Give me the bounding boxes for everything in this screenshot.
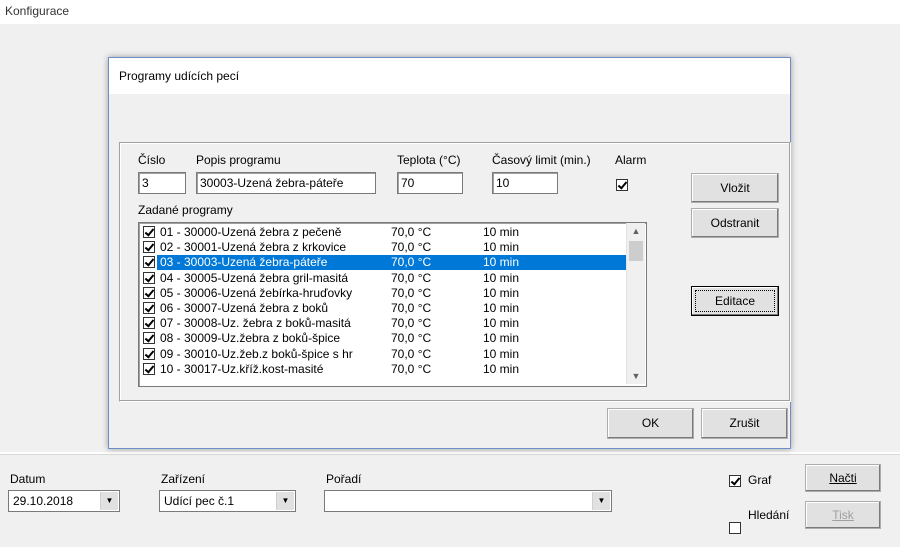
program-row-checkbox[interactable] [143, 256, 155, 269]
program-row-checkbox[interactable] [143, 226, 155, 238]
program-row-checkbox[interactable] [143, 317, 155, 330]
program-temp: 70,0 °C [391, 240, 432, 255]
programs-dialog: Programy udících pecí Číslo 3 Popis prog… [108, 57, 791, 449]
program-time: 10 min [483, 346, 520, 361]
poradi-combo[interactable]: ▼ [324, 490, 612, 512]
program-name: 03 - 30003-Uzená žebra-páteře [160, 255, 328, 270]
program-name: 06 - 30007-Uzená žebra z boků [160, 301, 329, 315]
program-time: 10 min [483, 240, 520, 255]
program-name: 01 - 30000-Uzená žebra z pečeně [160, 225, 342, 239]
scroll-down-icon[interactable]: ▼ [627, 368, 645, 384]
popis-input[interactable]: 30003-Uzená žebra-páteře [196, 172, 376, 194]
limit-input[interactable]: 10 [492, 172, 558, 194]
window-title: Konfigurace [5, 4, 70, 18]
zrusit-button[interactable]: Zrušit [701, 408, 788, 439]
program-row-checkbox[interactable] [143, 302, 155, 314]
program-row-checkbox[interactable] [143, 241, 155, 254]
program-row[interactable]: 08 - 30009-Uz.žebra z boků-špice 70,0 °C 1… [141, 331, 626, 346]
program-row-checkbox[interactable] [143, 332, 155, 345]
nacti-button[interactable]: Načti [805, 464, 881, 492]
program-time: 10 min [483, 316, 520, 331]
graf-checkbox[interactable] [729, 475, 741, 487]
teplota-label: Teplota (°C) [397, 153, 461, 167]
program-row-checkbox[interactable] [143, 362, 155, 375]
program-row[interactable]: 01 - 30000-Uzená žebra z pečeně 70,0 °C 10… [141, 225, 626, 240]
chevron-down-icon[interactable]: ▼ [100, 492, 118, 510]
graf-label: Graf [748, 473, 772, 487]
program-row-checkbox[interactable] [143, 271, 155, 284]
scroll-thumb[interactable] [629, 241, 643, 261]
program-row[interactable]: 05 - 30006-Uzená žebírka-hruďovky 70,0 °C… [141, 286, 626, 301]
limit-label: Časový limit (min.) [492, 153, 591, 167]
dialog-titlebar: Programy udících pecí [109, 58, 790, 94]
scroll-up-icon[interactable]: ▲ [627, 223, 645, 239]
alarm-checkbox[interactable] [616, 179, 628, 191]
program-time: 10 min [483, 331, 520, 346]
chevron-down-icon[interactable]: ▼ [276, 492, 294, 510]
zarizeni-value: Udící pec č.1 [164, 494, 235, 508]
program-row[interactable]: 07 - 30008-Uz. žebra z boků-masitá 70,0 °… [141, 316, 626, 331]
program-name: 08 - 30009-Uz.žebra z boků-špice [160, 331, 341, 346]
editace-button[interactable]: Editace [691, 286, 779, 316]
hledani-label: Hledání [748, 508, 790, 522]
program-row[interactable]: 03 - 30003-Uzená žebra-páteře 70,0 °C 10 m… [141, 255, 626, 271]
program-temp: 70,0 °C [391, 346, 432, 361]
program-temp: 70,0 °C [391, 301, 432, 315]
program-temp: 70,0 °C [391, 331, 432, 346]
program-temp: 70,0 °C [391, 285, 432, 300]
odstranit-button[interactable]: Odstranit [691, 208, 779, 238]
program-name: 10 - 30017-Uz.kříž.kost-masité [160, 361, 324, 376]
program-time: 10 min [483, 301, 520, 315]
tisk-button[interactable]: Tisk [805, 501, 881, 529]
dialog-title: Programy udících pecí [119, 69, 240, 83]
program-name: 09 - 30010-Uz.žeb.z boků-špice s hr [160, 346, 353, 361]
program-row[interactable]: 02 - 30001-Uzená žebra z krkovice 70,0 °C… [141, 240, 626, 255]
program-row[interactable]: 06 - 30007-Uzená žebra z boků 70,0 °C 10 m… [141, 301, 626, 316]
cislo-label: Číslo [138, 153, 166, 167]
program-time: 10 min [483, 225, 520, 239]
program-temp: 70,0 °C [391, 225, 432, 239]
program-list[interactable]: 01 - 30000-Uzená žebra z pečeně 70,0 °C 10… [138, 222, 647, 387]
datum-combo[interactable]: 29.10.2018 ▼ [8, 490, 120, 512]
popis-label: Popis programu [196, 153, 281, 167]
nacti-button-label: Načti [829, 471, 857, 485]
list-scrollbar[interactable]: ▲ ▼ [626, 223, 645, 384]
alarm-label: Alarm [615, 153, 647, 167]
program-name: 04 - 30005-Uzená žebra gril-masitá [160, 270, 349, 285]
zarizeni-combo[interactable]: Udící pec č.1 ▼ [159, 490, 296, 512]
program-row-checkbox[interactable] [143, 286, 155, 299]
program-name: 07 - 30008-Uz. žebra z boků-masitá [160, 316, 351, 331]
program-temp: 70,0 °C [391, 255, 432, 270]
program-row-checkbox[interactable] [143, 347, 155, 360]
teplota-input[interactable]: 70 [397, 172, 463, 194]
program-time: 10 min [483, 285, 520, 300]
ok-button[interactable]: OK [607, 408, 694, 439]
program-name: 02 - 30001-Uzená žebra z krkovice [160, 240, 347, 255]
poradi-label: Pořadí [326, 472, 362, 486]
datum-value: 29.10.2018 [13, 494, 74, 508]
tisk-button-label: Tisk [832, 508, 854, 522]
program-row[interactable]: 04 - 30005-Uzená žebra gril-masitá 70,0 °… [141, 271, 626, 286]
zadane-programy-label: Zadané programy [138, 203, 233, 217]
zarizeni-label: Zařízení [161, 472, 206, 486]
program-row[interactable]: 10 - 30017-Uz.kříž.kost-masité 70,0 °C 10 … [141, 362, 626, 377]
program-row[interactable]: 09 - 30010-Uz.žeb.z boků-špice s hr 70,0 … [141, 347, 626, 362]
program-time: 10 min [483, 270, 520, 285]
vlozit-button[interactable]: Vložit [691, 173, 779, 203]
program-name: 05 - 30006-Uzená žebírka-hruďovky [160, 285, 353, 300]
program-temp: 70,0 °C [391, 270, 432, 285]
program-temp: 70,0 °C [391, 316, 432, 331]
chevron-down-icon[interactable]: ▼ [592, 492, 610, 510]
datum-label: Datum [10, 472, 46, 486]
hledani-checkbox[interactable] [729, 522, 741, 534]
program-time: 10 min [483, 361, 520, 376]
focus-ring [695, 290, 775, 312]
program-time: 10 min [483, 255, 520, 270]
program-temp: 70,0 °C [391, 361, 432, 376]
cislo-input[interactable]: 3 [138, 172, 186, 194]
